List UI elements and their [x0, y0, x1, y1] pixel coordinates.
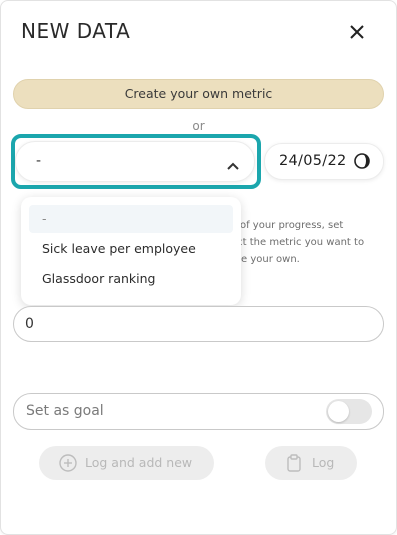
help-line: ate your own. — [231, 254, 300, 265]
set-as-goal-field: Set as goal — [13, 393, 384, 430]
log-button[interactable]: Log — [265, 446, 357, 480]
value-input[interactable]: 0 — [13, 306, 384, 342]
close-icon[interactable] — [346, 21, 368, 43]
set-as-goal-toggle[interactable] — [326, 399, 372, 424]
toggle-knob — [328, 401, 349, 422]
dropdown-option[interactable]: Sick leave per employee — [29, 235, 233, 263]
clipboard-icon — [285, 454, 303, 472]
or-separator: or — [192, 119, 205, 133]
dialog-title: NEW DATA — [21, 19, 131, 43]
create-own-metric-button[interactable]: Create your own metric — [13, 79, 384, 109]
date-picker[interactable]: 24/05/22 — [264, 143, 384, 180]
log-label: Log — [312, 455, 335, 470]
metric-select[interactable]: - — [15, 141, 255, 182]
date-value: 24/05/22 — [279, 153, 347, 169]
new-data-dialog: NEW DATA Create your own metric or - 24/… — [0, 0, 397, 535]
value-input-text: 0 — [25, 316, 34, 332]
set-as-goal-label: Set as goal — [26, 403, 104, 419]
log-and-add-new-label: Log and add new — [85, 455, 193, 470]
metric-dropdown: - Sick leave per employee Glassdoor rank… — [21, 197, 241, 305]
help-line: ect the metric you want to — [231, 237, 365, 248]
help-line: k of your progress, set — [231, 220, 344, 231]
dropdown-option[interactable]: - — [29, 205, 233, 233]
log-and-add-new-button[interactable]: Log and add new — [39, 446, 214, 480]
dropdown-option[interactable]: Glassdoor ranking — [29, 265, 233, 293]
plus-circle-icon — [59, 454, 77, 472]
chevron-up-icon — [226, 156, 240, 170]
help-text: k of your progress, set ect the metric y… — [231, 217, 381, 268]
metric-select-value: - — [36, 153, 42, 169]
moon-icon — [354, 153, 370, 169]
